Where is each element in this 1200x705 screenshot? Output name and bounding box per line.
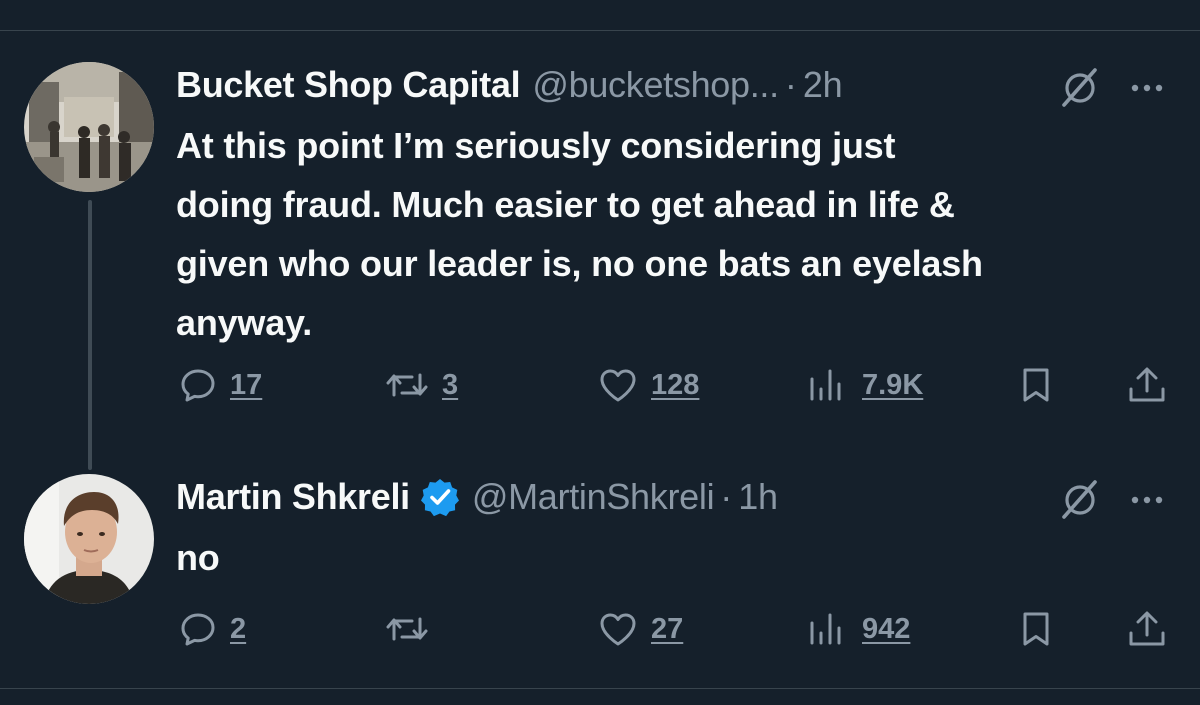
separator-dot: · <box>720 476 733 517</box>
views-button[interactable]: 7.9K <box>806 360 923 410</box>
like-button[interactable]: 128 <box>597 360 699 410</box>
divider-bottom <box>0 688 1200 689</box>
views-count: 7.9K <box>862 368 924 401</box>
action-bar: 2 27 942 <box>0 604 1200 654</box>
tweet-text-line: At this point I’m seriously considering … <box>176 125 896 166</box>
share-button[interactable] <box>1126 604 1168 654</box>
like-icon <box>600 369 636 402</box>
avatar[interactable] <box>24 62 154 192</box>
author-name[interactable]: Bucket Shop Capital <box>176 64 521 106</box>
like-count: 128 <box>651 368 700 401</box>
repost-icon <box>386 373 428 397</box>
grok-icon[interactable] <box>1058 64 1102 108</box>
divider-top <box>0 30 1200 31</box>
action-bar: 17 3 128 7.9K <box>0 360 1200 410</box>
like-button[interactable]: 27 <box>597 604 683 654</box>
separator-dot: · <box>784 64 797 105</box>
bookmark-icon <box>1023 368 1049 402</box>
reply-button[interactable]: 17 <box>178 360 262 410</box>
bookmark-button[interactable] <box>1016 360 1056 410</box>
timestamp[interactable]: 2h <box>803 64 843 106</box>
views-icon <box>810 613 841 645</box>
tweet-text-line: anyway. <box>176 302 313 343</box>
reply-count: 2 <box>230 612 247 645</box>
like-count: 27 <box>651 612 684 645</box>
avatar[interactable] <box>24 474 154 604</box>
tweet-text-line: given who our leader is, no one bats an … <box>176 243 983 284</box>
grok-icon[interactable] <box>1058 476 1102 520</box>
more-icon[interactable] <box>1126 64 1170 108</box>
like-icon <box>600 613 636 646</box>
share-icon <box>1129 611 1165 646</box>
tweet-text: no <box>176 528 1176 587</box>
bookmark-button[interactable] <box>1016 604 1056 654</box>
views-count: 942 <box>862 612 911 645</box>
tweet-header: Bucket Shop Capital @bucketshop... · 2h <box>176 62 843 108</box>
repost-count: 3 <box>442 368 459 401</box>
share-icon <box>1129 367 1165 402</box>
author-handle[interactable]: @bucketshop... <box>532 64 779 106</box>
reply-count: 17 <box>230 368 263 401</box>
timestamp[interactable]: 1h <box>738 476 778 518</box>
tweet-text: At this point I’m seriously considering … <box>176 116 1176 352</box>
reply-icon <box>181 613 215 646</box>
repost-icon <box>386 617 428 641</box>
tweet-header: Martin Shkreli @MartinShkreli · 1h <box>176 474 778 520</box>
bookmark-icon <box>1023 612 1049 646</box>
repost-button[interactable] <box>384 604 430 654</box>
tweet-text-line: no <box>176 537 220 578</box>
views-icon <box>810 369 841 401</box>
views-button[interactable]: 942 <box>806 604 910 654</box>
more-icon[interactable] <box>1126 476 1170 520</box>
share-button[interactable] <box>1126 360 1168 410</box>
tweet-text-line: doing fraud. Much easier to get ahead in… <box>176 184 955 225</box>
thread-connector-line <box>88 200 92 470</box>
author-name[interactable]: Martin Shkreli <box>176 476 410 518</box>
author-handle[interactable]: @MartinShkreli <box>472 476 715 518</box>
verified-badge-icon <box>420 477 460 517</box>
reply-button[interactable]: 2 <box>178 604 246 654</box>
repost-button[interactable]: 3 <box>384 360 458 410</box>
reply-icon <box>181 369 215 402</box>
